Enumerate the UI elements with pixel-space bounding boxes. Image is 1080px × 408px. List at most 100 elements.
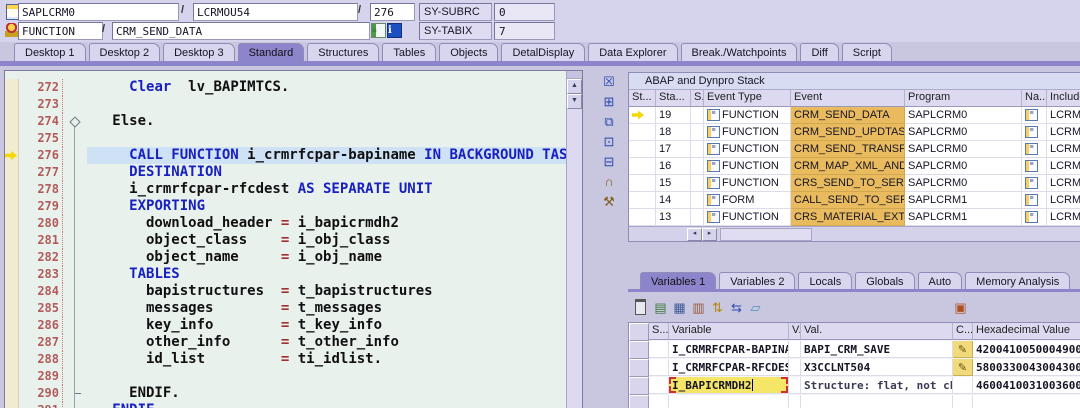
stack-column-header[interactable]: St... xyxy=(629,90,656,107)
breakpoint-gutter[interactable] xyxy=(5,130,19,147)
split-view-icon[interactable]: ⊟ xyxy=(601,154,617,169)
stack-column-header[interactable]: Event xyxy=(791,90,905,107)
stack-navigate-cell[interactable]: ≡ xyxy=(1022,158,1047,175)
code-text[interactable] xyxy=(87,130,566,147)
remove-table-icon[interactable]: ▥ xyxy=(691,300,706,315)
fold-gutter[interactable] xyxy=(63,249,87,266)
code-text[interactable]: download_header = i_bapicrmdh2 xyxy=(87,215,566,232)
vars-column-header[interactable]: V... xyxy=(789,323,801,340)
insert-table-icon[interactable]: ▤ xyxy=(653,300,668,315)
variable-name-cell[interactable]: I_BAPICRMDH2 xyxy=(669,377,789,394)
navigate-icon[interactable]: ≡ xyxy=(1025,211,1038,223)
fold-gutter[interactable] xyxy=(63,266,87,283)
fold-gutter[interactable] xyxy=(63,164,87,181)
code-text[interactable] xyxy=(87,96,566,113)
code-text[interactable]: Clear lv_BAPIMTCS. xyxy=(87,79,566,96)
scrollbar-grip[interactable] xyxy=(567,71,582,79)
tab-objects[interactable]: Objects xyxy=(439,43,499,61)
breakpoint-gutter[interactable] xyxy=(5,249,19,266)
navigate-icon[interactable]: ≡ xyxy=(1025,143,1038,155)
breakpoint-gutter[interactable] xyxy=(5,334,19,351)
tab-structures[interactable]: Structures xyxy=(307,43,380,61)
breakpoint-gutter[interactable] xyxy=(5,402,19,408)
stack-row[interactable]: 13≡FUNCTIONCRS_MATERIAL_EXTRACTSAPLCRM1≡… xyxy=(629,209,1080,226)
sy-subrc-value[interactable]: 0 xyxy=(494,3,555,21)
row-selector[interactable] xyxy=(629,341,649,359)
vars-tab-variables-1[interactable]: Variables 1 xyxy=(640,272,717,290)
variable-value-cell[interactable]: X3CCLNT504 xyxy=(801,359,953,376)
fold-gutter[interactable] xyxy=(63,334,87,351)
breakpoint-gutter[interactable] xyxy=(5,351,19,368)
source-info-icon[interactable]: ≡ xyxy=(371,23,386,38)
close-icon[interactable]: ☒ xyxy=(601,74,617,89)
vars-column-header[interactable]: Val. xyxy=(801,323,953,340)
fold-gutter[interactable] xyxy=(63,402,87,408)
breakpoint-gutter[interactable] xyxy=(5,385,19,402)
fold-gutter[interactable] xyxy=(63,79,87,96)
fold-gutter[interactable] xyxy=(63,368,87,385)
breakpoint-gutter[interactable] xyxy=(5,232,19,249)
table-view-icon[interactable]: ▦ xyxy=(672,300,687,315)
fold-gutter[interactable] xyxy=(63,181,87,198)
breakpoint-gutter[interactable] xyxy=(5,147,19,164)
breakpoint-gutter[interactable] xyxy=(5,300,19,317)
code-text[interactable]: id_list = ti_idlist. xyxy=(87,351,566,368)
stack-column-header[interactable]: Sta... xyxy=(656,90,691,107)
code-text[interactable]: object_class = i_obj_class xyxy=(87,232,566,249)
fold-gutter[interactable] xyxy=(63,96,87,113)
code-text[interactable]: CALL FUNCTION i_crmrfcpar-bapiname IN BA… xyxy=(87,147,566,164)
stack-navigate-cell[interactable]: ≡ xyxy=(1022,107,1047,124)
headset-icon[interactable]: ∩ xyxy=(601,174,617,189)
breakpoint-gutter[interactable] xyxy=(5,181,19,198)
breakpoint-gutter[interactable] xyxy=(5,113,19,130)
navigate-icon[interactable]: ≡ xyxy=(1025,177,1038,189)
stack-row[interactable]: 18≡FUNCTIONCRM_SEND_UPDTASKSAPLCRM0≡LCRM… xyxy=(629,124,1080,141)
variable-row[interactable]: I_CRMRFCPAR-BAPINAME BAPI_CRM_SAVE✎420041… xyxy=(629,341,1080,359)
line-number-field[interactable]: 276 xyxy=(370,3,415,21)
stack-column-header[interactable]: Include xyxy=(1047,90,1080,107)
fold-gutter[interactable] xyxy=(63,351,87,368)
tab-data-explorer[interactable]: Data Explorer xyxy=(588,43,678,61)
variable-name-cell[interactable]: I_CRMRFCPAR-BAPINAME xyxy=(669,341,789,358)
tab-tables[interactable]: Tables xyxy=(382,43,437,61)
vars-tab-auto[interactable]: Auto xyxy=(917,272,963,290)
fold-gutter[interactable] xyxy=(63,300,87,317)
tab-detaldisplay[interactable]: DetalDisplay xyxy=(501,43,586,61)
variable-value-cell[interactable]: BAPI_CRM_SAVE xyxy=(801,341,953,358)
fold-gutter[interactable] xyxy=(63,130,87,147)
vars-column-header[interactable]: Variable xyxy=(669,323,789,340)
breakpoint-gutter[interactable] xyxy=(5,198,19,215)
breakpoint-gutter[interactable] xyxy=(5,215,19,232)
breakpoint-gutter[interactable] xyxy=(5,283,19,300)
scroll-up-icon[interactable]: ▲ xyxy=(567,79,582,94)
breakpoint-gutter[interactable] xyxy=(5,164,19,181)
navigate-icon[interactable]: ≡ xyxy=(1025,194,1038,206)
vars-tab-memory-analysis[interactable]: Memory Analysis xyxy=(965,272,1071,290)
breakpoint-gutter[interactable] xyxy=(5,266,19,283)
move-icon[interactable]: ⇆ xyxy=(729,300,744,315)
editor-vertical-scrollbar[interactable]: ▲ ▼ xyxy=(566,71,582,408)
fold-gutter[interactable] xyxy=(63,385,87,402)
row-selector[interactable] xyxy=(629,377,649,395)
stack-navigate-cell[interactable]: ≡ xyxy=(1022,124,1047,141)
row-selector[interactable] xyxy=(629,359,649,377)
fold-gutter[interactable] xyxy=(63,215,87,232)
fold-gutter[interactable] xyxy=(63,232,87,249)
code-text[interactable]: ENDIF. xyxy=(87,402,566,408)
stack-row[interactable]: 19≡FUNCTIONCRM_SEND_DATASAPLCRM0≡LCRMOU xyxy=(629,107,1080,124)
maximize-icon[interactable]: ⊡ xyxy=(601,134,617,149)
code-text[interactable]: messages = t_messages xyxy=(87,300,566,317)
new-session-icon[interactable]: ⊞ xyxy=(601,94,617,109)
vars-tab-globals[interactable]: Globals xyxy=(855,272,915,290)
code-text[interactable]: key_info = t_key_info xyxy=(87,317,566,334)
tab-break-watchpoints[interactable]: Break./Watchpoints xyxy=(680,43,798,61)
vars-column-header[interactable]: S... xyxy=(649,323,669,340)
code-text[interactable]: Else. xyxy=(87,113,566,130)
scroll-left-icon[interactable]: ◂ xyxy=(687,227,702,241)
edit-pencil-icon[interactable]: ✎ xyxy=(953,359,973,376)
code-text[interactable]: other_info = t_other_info xyxy=(87,334,566,351)
fold-gutter[interactable] xyxy=(63,283,87,300)
navigate-icon[interactable]: ≡ xyxy=(1025,160,1038,172)
breakpoint-gutter[interactable] xyxy=(5,317,19,334)
stack-navigate-cell[interactable]: ≡ xyxy=(1022,175,1047,192)
